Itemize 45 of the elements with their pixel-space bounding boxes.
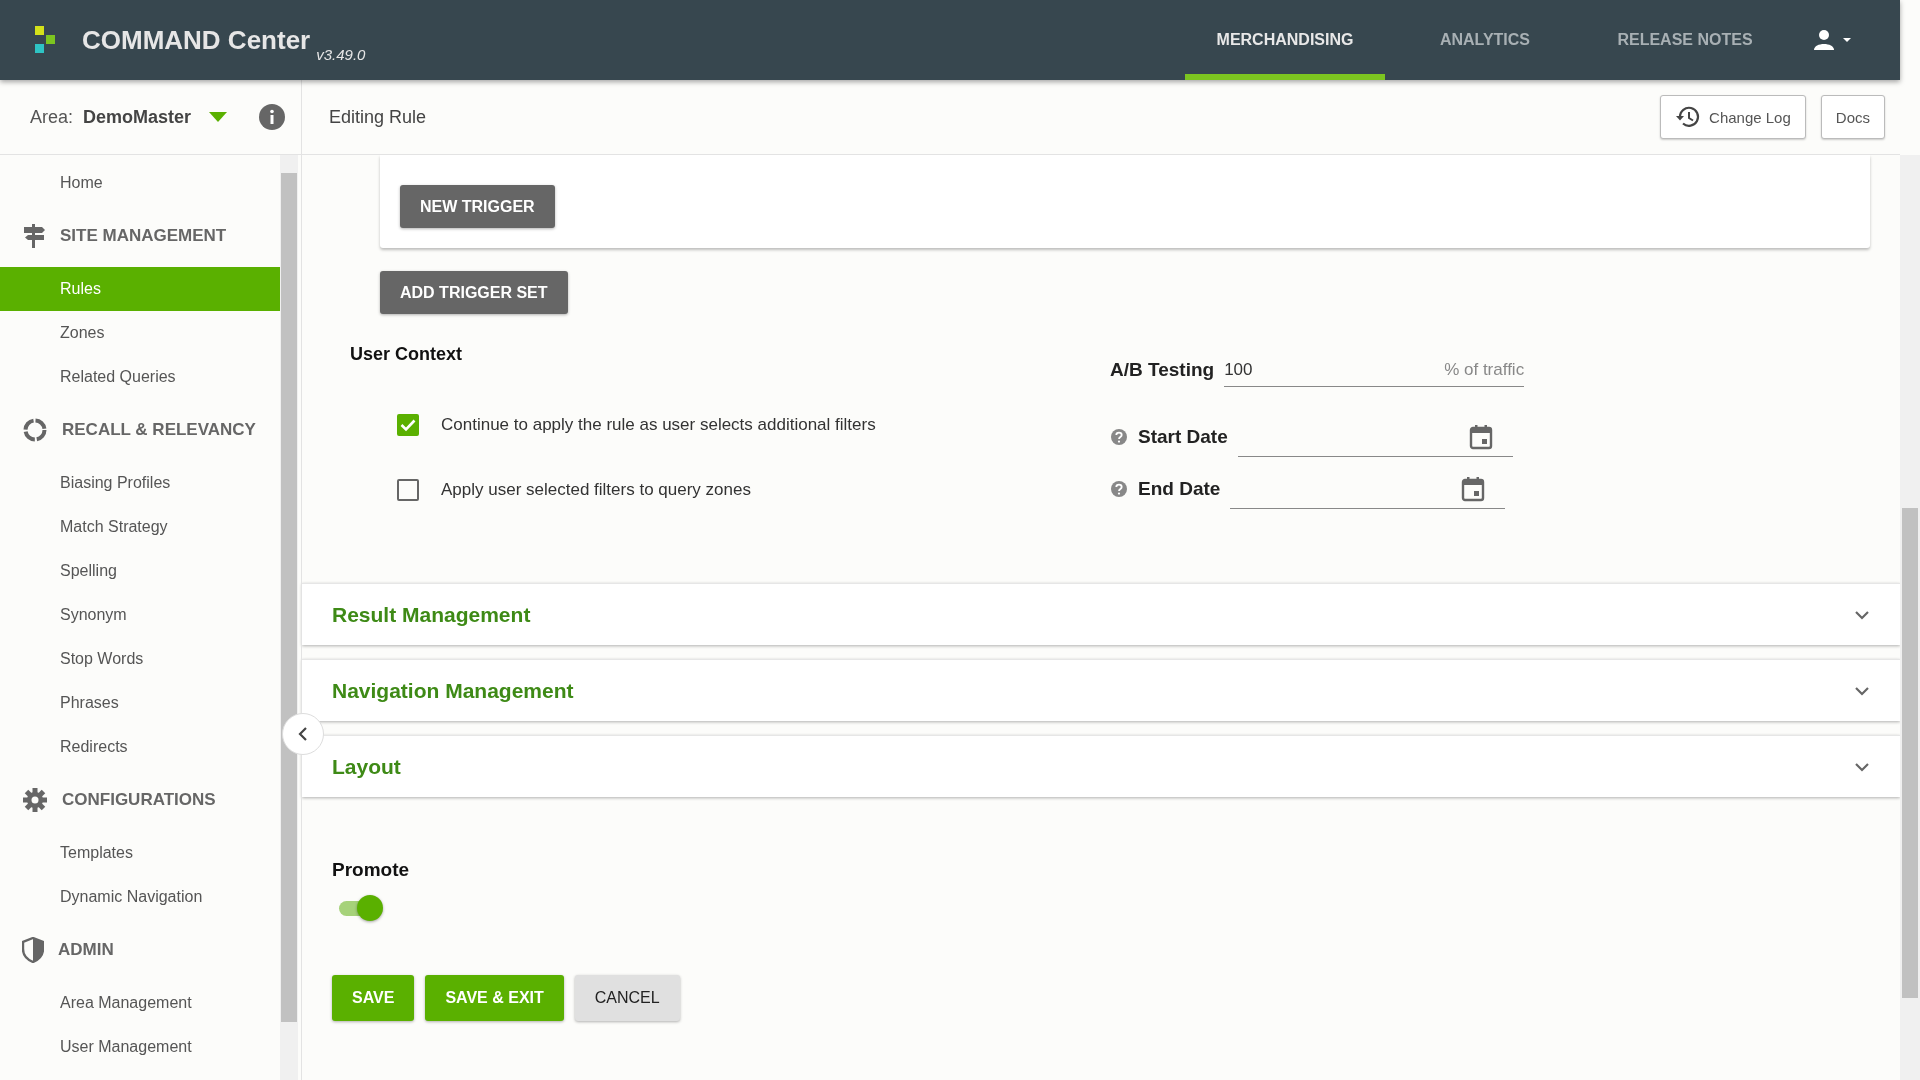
nav-tab[interactable]: RELEASE NOTES	[1585, 0, 1785, 80]
ab-testing-label: A/B Testing	[1110, 359, 1215, 382]
section-heading: CONFIGURATIONS	[62, 790, 216, 810]
checkbox-label: Continue to apply the rule as user selects additional filters	[441, 415, 876, 435]
sidebar-item[interactable]: Zones	[0, 311, 280, 355]
docs-button[interactable]: Docs	[1820, 95, 1885, 139]
sidebar-item[interactable]: Synonym	[0, 593, 280, 637]
sidebar-item[interactable]: Stop Words	[0, 637, 280, 681]
area-label: Area:	[30, 106, 74, 128]
accordion-panel[interactable]: Navigation Management	[302, 659, 1900, 721]
new-trigger-button[interactable]: NEW TRIGGER	[400, 185, 555, 228]
nav-tab[interactable]: ANALYTICS	[1385, 0, 1585, 80]
sidebar-item[interactable]: Area Management	[0, 981, 280, 1025]
app-title: COMMAND Center	[82, 24, 311, 56]
date-label: End Date	[1138, 478, 1221, 500]
traffic-input-field[interactable]: 100 % of traffic	[1224, 360, 1525, 387]
date-label: Start Date	[1138, 426, 1228, 448]
sidebar-item[interactable]: Related Queries	[0, 355, 280, 399]
area-value[interactable]: DemoMaster	[83, 106, 192, 128]
accordion-panel[interactable]: Layout	[302, 735, 1900, 797]
action-button[interactable]: CANCEL	[574, 975, 680, 1021]
promote-label: Promote	[332, 859, 411, 881]
accordion-panel[interactable]: Result Management	[302, 583, 1900, 645]
nav-tab[interactable]: MERCHANDISING	[1185, 0, 1385, 80]
change-log-button[interactable]: Change Log	[1660, 95, 1806, 139]
sidebar-item[interactable]: Home	[0, 161, 280, 205]
sidebar-item[interactable]: Phrases	[0, 681, 280, 725]
sidebar-item[interactable]: User Management	[0, 1025, 280, 1069]
section-heading: User Context	[350, 344, 464, 365]
section-heading: ADMIN	[58, 940, 114, 960]
sidebar-item[interactable]: Templates	[0, 831, 280, 875]
add-trigger-set-button[interactable]: ADD TRIGGER SET	[380, 271, 568, 314]
sidebar-item[interactable]: Redirects	[0, 725, 280, 769]
page-title: Editing Rule	[329, 106, 427, 128]
panel-title: Result Management	[332, 602, 531, 627]
section-heading: RECALL & RELEVANCY	[62, 420, 256, 440]
sidebar-item[interactable]: Dynamic Navigation	[0, 875, 280, 919]
sidebar-item[interactable]: Biasing Profiles	[0, 461, 280, 505]
checkbox-label: Apply user selected filters to query zones	[441, 480, 751, 500]
sidebar-item[interactable]: Match Strategy	[0, 505, 280, 549]
sidebar-item[interactable]: Spelling	[0, 549, 280, 593]
version-label: v3.49.0	[316, 45, 366, 63]
panel-title: Layout	[332, 754, 401, 779]
panel-title: Navigation Management	[332, 678, 574, 703]
section-heading: SITE MANAGEMENT	[60, 226, 227, 246]
